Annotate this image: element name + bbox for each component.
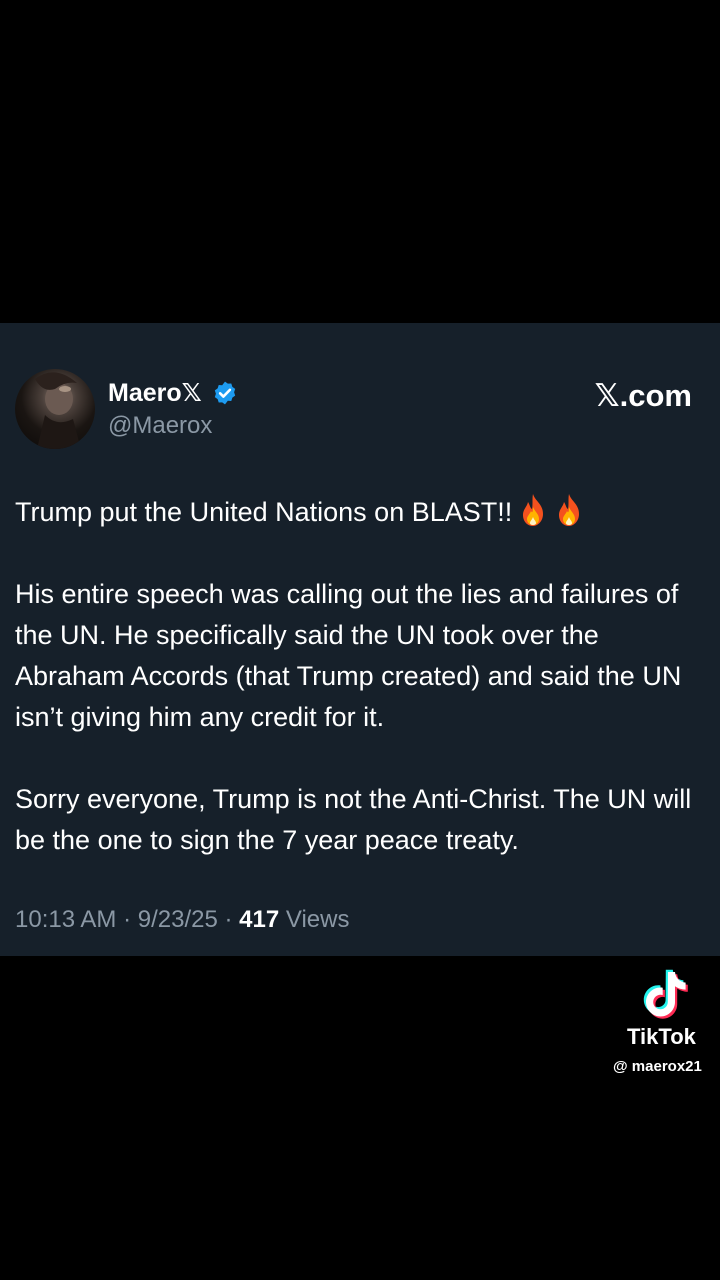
verified-badge-icon [214,381,236,405]
tweet-text: Trump put the United Nations on BLAST!! … [15,492,705,861]
site-label: 𝕏.com [594,378,692,413]
meta-separator: · [123,906,132,933]
tiktok-watermark-name: TikTok [627,1024,696,1049]
tweet-meta: 10:13 AM · 9/23/25 · 417 Views [15,906,349,934]
tweet-paragraph: Sorry everyone, Trump is not the Anti-Ch… [15,784,692,855]
tweet-date[interactable]: 9/23/25 [138,906,218,933]
views-count[interactable]: 417 [239,906,279,933]
tweet-time[interactable]: 10:13 AM [15,906,116,933]
avatar[interactable] [15,369,95,449]
views-label: Views [285,906,350,933]
tiktok-watermark-handle: @ maerox21 [613,1058,702,1075]
user-handle[interactable]: @Maerox [108,412,212,440]
fire-icon [559,494,580,526]
tweet-paragraph: His entire speech was calling out the li… [15,579,682,732]
tiktok-logo-icon [643,969,688,1019]
fire-icon [523,494,544,526]
display-name[interactable]: Maero𝕏 [108,378,202,408]
meta-separator: · [224,906,233,933]
tweet-paragraph: Trump put the United Nations on BLAST!! [15,492,705,533]
